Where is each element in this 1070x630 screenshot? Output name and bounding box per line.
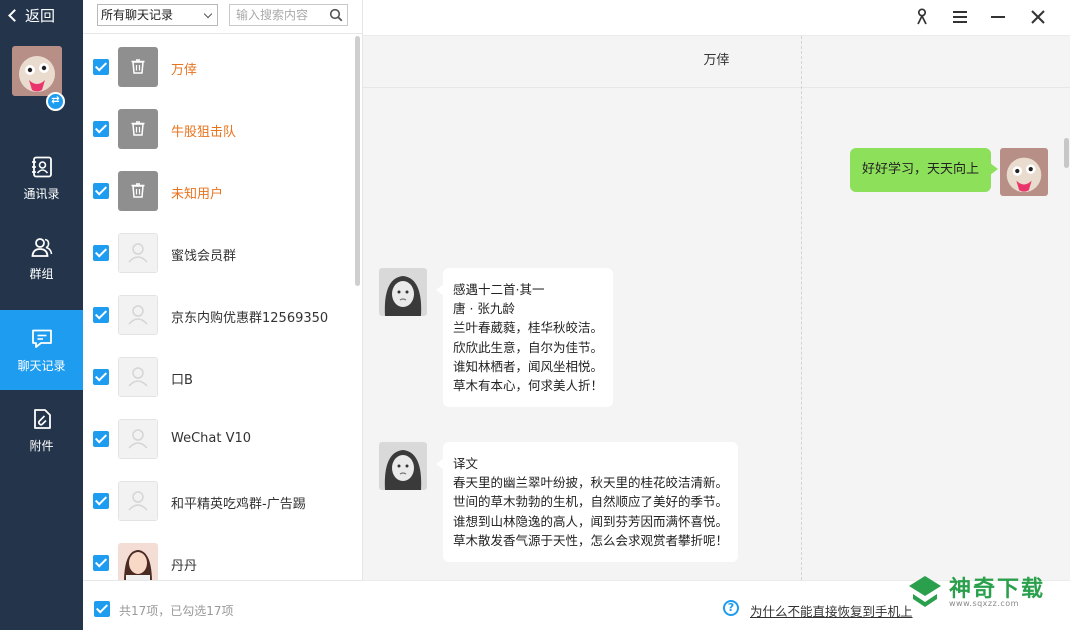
row-checkbox[interactable] [93,183,109,199]
record-filter-select[interactable]: 所有聊天记录 [97,4,218,26]
message-line: 草木散发香气源于天性，怎么会求观赏者攀折呢！ [453,532,729,548]
attachment-icon [33,408,51,429]
trash-icon [118,47,158,87]
contact-avatar [379,442,427,490]
search-icon[interactable] [329,8,343,22]
default-avatar-icon [118,295,158,335]
back-label: 返回 [25,7,56,25]
message-line: 世间的草木勃勃的生机，自然顺应了美好的季节。 [453,494,729,510]
self-avatar [1000,148,1048,196]
chat-title: 万倖 [363,36,1070,88]
record-filter-value: 所有聊天记录 [101,8,174,22]
conversation-name: 未知用户 [171,187,224,202]
conversation-name: 蜜饯会员群 [171,249,237,264]
row-checkbox[interactable] [93,369,109,385]
default-avatar-icon [118,481,158,521]
conversation-row[interactable]: 未知用户 [83,160,357,222]
conversation-row[interactable]: 口B [83,346,357,408]
row-checkbox[interactable] [93,121,109,137]
conversation-name: 和平精英吃鸡群-广告踢 [171,497,306,512]
help-link[interactable]: 为什么不能直接恢复到手机上 [750,601,913,620]
back-button[interactable]: 返回 [8,5,56,26]
conversation-name: 万倖 [171,63,198,78]
search-placeholder: 输入搜索内容 [236,8,309,22]
conversation-row[interactable]: 和平精英吃鸡群-广告踢 [83,470,357,532]
message-line: 唐 · 张九龄 [453,301,515,317]
switch-account-icon[interactable]: ⇄ [46,92,65,111]
nav-attachments[interactable]: 附件 [0,390,83,470]
nav-attachments-label: 附件 [29,438,54,453]
row-checkbox[interactable] [93,493,109,509]
conversation-name: 牛股狙击队 [171,125,237,140]
default-avatar-icon [118,419,158,459]
default-avatar-icon [118,357,158,397]
window-toolbar [363,0,1070,36]
select-all-checkbox[interactable] [94,601,110,617]
conversation-row[interactable]: 万倖 [83,36,357,98]
close-icon[interactable] [1027,6,1049,28]
chat-pane: 万倖 好好学习，天天向上 感遇十二首·其一 唐 · 张九龄 兰叶春葳蕤，桂华秋皎… [363,0,1070,630]
conversation-name: 口B [171,373,193,388]
nav-chat-records-label: 聊天记录 [17,358,66,373]
chat-scrollbar[interactable] [1064,138,1069,168]
default-avatar-icon [118,233,158,273]
chat-record-icon [31,329,52,348]
contacts-icon [31,156,52,177]
contact-avatar [379,268,427,316]
photo-avatar [118,543,158,580]
nav-groups-label: 群组 [29,266,54,281]
message-line: 草木有本心，何求美人折！ [453,378,604,394]
chevron-down-icon [203,9,213,19]
conversation-row[interactable]: 蜜饯会员群 [83,222,357,284]
export-divider [801,36,802,580]
menu-icon[interactable] [949,6,971,28]
nav-chat-records[interactable]: 聊天记录 [0,310,83,390]
list-scrollbar[interactable] [355,36,360,286]
conversation-list-pane: 所有聊天记录 输入搜索内容 万倖 牛股狙击队 未知用户 蜜饯会员群 京东内购优惠… [83,0,363,630]
conversation-row[interactable]: 丹丹 [83,532,357,580]
group-icon [31,237,52,257]
nav-groups[interactable]: 群组 [0,218,83,298]
message-line: 兰叶春葳蕤，桂华秋皎洁。 [453,320,604,336]
conversation-row[interactable]: 京东内购优惠群12569350 [83,284,357,346]
list-footer: 共17项，已勾选17项 [83,580,363,630]
row-checkbox[interactable] [93,307,109,323]
conversation-name: WeChat V10 [171,431,252,446]
sidebar: 返回 ⇄ 通讯录 群组 聊天记录 附件 [0,0,83,630]
message-bubble-received[interactable]: 感遇十二首·其一 唐 · 张九龄 兰叶春葳蕤，桂华秋皎洁。 欣欣此生意，自尔为佳… [435,268,614,408]
conversation-name: 京东内购优惠群12569350 [171,311,329,326]
minimize-icon[interactable] [987,6,1009,28]
watermark-url: www.sqxzz.com [949,599,1019,608]
trash-icon [118,171,158,211]
trash-icon [118,109,158,149]
filter-bar: 所有聊天记录 输入搜索内容 [83,0,363,34]
conversation-row[interactable]: WeChat V10 [83,408,357,470]
nav-contacts-label: 通讯录 [23,186,60,201]
selection-summary: 共17项，已勾选17项 [119,604,234,618]
message-line: 译文 [453,456,479,471]
message-bubble-received[interactable]: 译文 春天里的幽兰翠叶纷披，秋天里的桂花皎洁清新。 世间的草木勃勃的生机，自然顺… [435,442,739,563]
message-line: 春天里的幽兰翠叶纷披，秋天里的桂花皎洁清新。 [453,475,729,491]
nav-contacts[interactable]: 通讯录 [0,138,83,218]
conversation-name: 丹丹 [171,559,198,574]
user-icon[interactable] [912,6,934,28]
message-line: 谁想到山林隐逸的高人，闻到芬芳因而满怀喜悦。 [453,513,729,529]
message-line: 感遇十二首·其一 [453,282,545,297]
search-input[interactable]: 输入搜索内容 [229,4,348,26]
conversation-list: 万倖 牛股狙击队 未知用户 蜜饯会员群 京东内购优惠群12569350 口B W… [83,36,363,580]
row-checkbox[interactable] [93,245,109,261]
app-window: 返回 ⇄ 通讯录 群组 聊天记录 附件 所有聊天记录 输入搜索内容 万倖 牛股狙… [0,0,1070,630]
conversation-row[interactable]: 牛股狙击队 [83,98,357,160]
watermark-logo: 神奇下载 www.sqxzz.com [903,566,1053,616]
download-logo-icon [909,576,941,607]
message-line: 欣欣此生意，自尔为佳节。 [453,339,604,355]
user-avatar[interactable] [12,46,62,96]
message-bubble-sent[interactable]: 好好学习，天天向上 [850,148,999,192]
message-line: 谁知林栖者，闻风坐相悦。 [453,358,604,374]
row-checkbox[interactable] [93,431,109,447]
row-checkbox[interactable] [93,59,109,75]
row-checkbox[interactable] [93,555,109,571]
chevron-left-icon [8,9,21,22]
help-icon[interactable]: ? [723,600,739,616]
